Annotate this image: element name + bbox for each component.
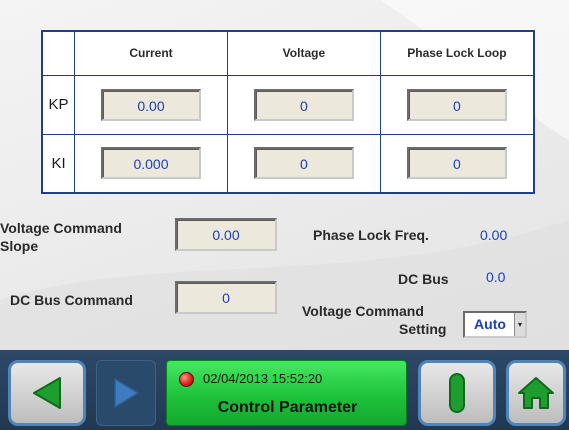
table-row-ki: KI 0.000 0 0 — [41, 133, 535, 194]
voltage-command-slope-label-line1: Voltage Command — [0, 220, 122, 236]
row-label-kp: KP — [41, 74, 76, 135]
ki-current-field[interactable]: 0.000 — [101, 147, 201, 180]
triangle-left-icon — [33, 377, 61, 409]
phase-lock-freq-label: Phase Lock Freq. — [313, 227, 429, 243]
forward-button[interactable] — [96, 360, 156, 426]
column-header-voltage: Voltage — [226, 30, 381, 76]
dc-bus-label: DC Bus — [398, 271, 449, 287]
home-icon — [518, 377, 554, 409]
column-header-blank — [41, 30, 76, 76]
voltage-command-setting-label-line2: Setting — [399, 321, 447, 337]
table-row-kp: KP 0.00 0 0 — [41, 74, 535, 135]
status-panel: 02/04/2013 15:52:20 Control Parameter — [166, 360, 407, 426]
screen-title: Control Parameter — [217, 399, 358, 416]
vertical-bar-icon — [449, 373, 465, 413]
table-header-row: Current Voltage Phase Lock Loop — [41, 30, 535, 76]
ki-voltage-field[interactable]: 0 — [253, 147, 354, 180]
row-label-ki: KI — [41, 133, 76, 194]
column-header-current: Current — [74, 30, 228, 76]
dc-bus-command-field[interactable]: 0 — [175, 281, 277, 314]
voltage-command-setting-value: Auto — [474, 316, 506, 332]
status-datetime: 02/04/2013 15:52:20 — [203, 371, 323, 386]
gain-table: Current Voltage Phase Lock Loop KP 0.00 … — [41, 30, 535, 194]
voltage-command-setting-select[interactable]: Auto ▾ — [463, 311, 527, 338]
kp-voltage-field[interactable]: 0 — [253, 88, 354, 121]
kp-current-field[interactable]: 0.00 — [101, 88, 201, 121]
column-header-phase-lock-loop: Phase Lock Loop — [379, 30, 535, 76]
pause-button[interactable] — [418, 360, 496, 426]
dc-bus-value: 0.0 — [486, 269, 506, 285]
phase-lock-freq-value: 0.00 — [480, 227, 508, 243]
dropdown-arrow-icon[interactable]: ▾ — [514, 313, 525, 336]
voltage-command-slope-label-line2: Slope — [0, 238, 39, 254]
dc-bus-command-label: DC Bus Command — [10, 292, 133, 308]
voltage-command-slope-field[interactable]: 0.00 — [175, 218, 277, 251]
ki-phase-lock-loop-field[interactable]: 0 — [406, 147, 507, 180]
red-status-dot-icon — [179, 372, 194, 387]
triangle-right-icon — [114, 378, 139, 408]
home-button[interactable] — [506, 360, 566, 426]
voltage-command-setting-label-line1: Voltage Command — [302, 303, 424, 319]
kp-phase-lock-loop-field[interactable]: 0 — [406, 88, 507, 121]
back-button[interactable] — [8, 360, 86, 426]
